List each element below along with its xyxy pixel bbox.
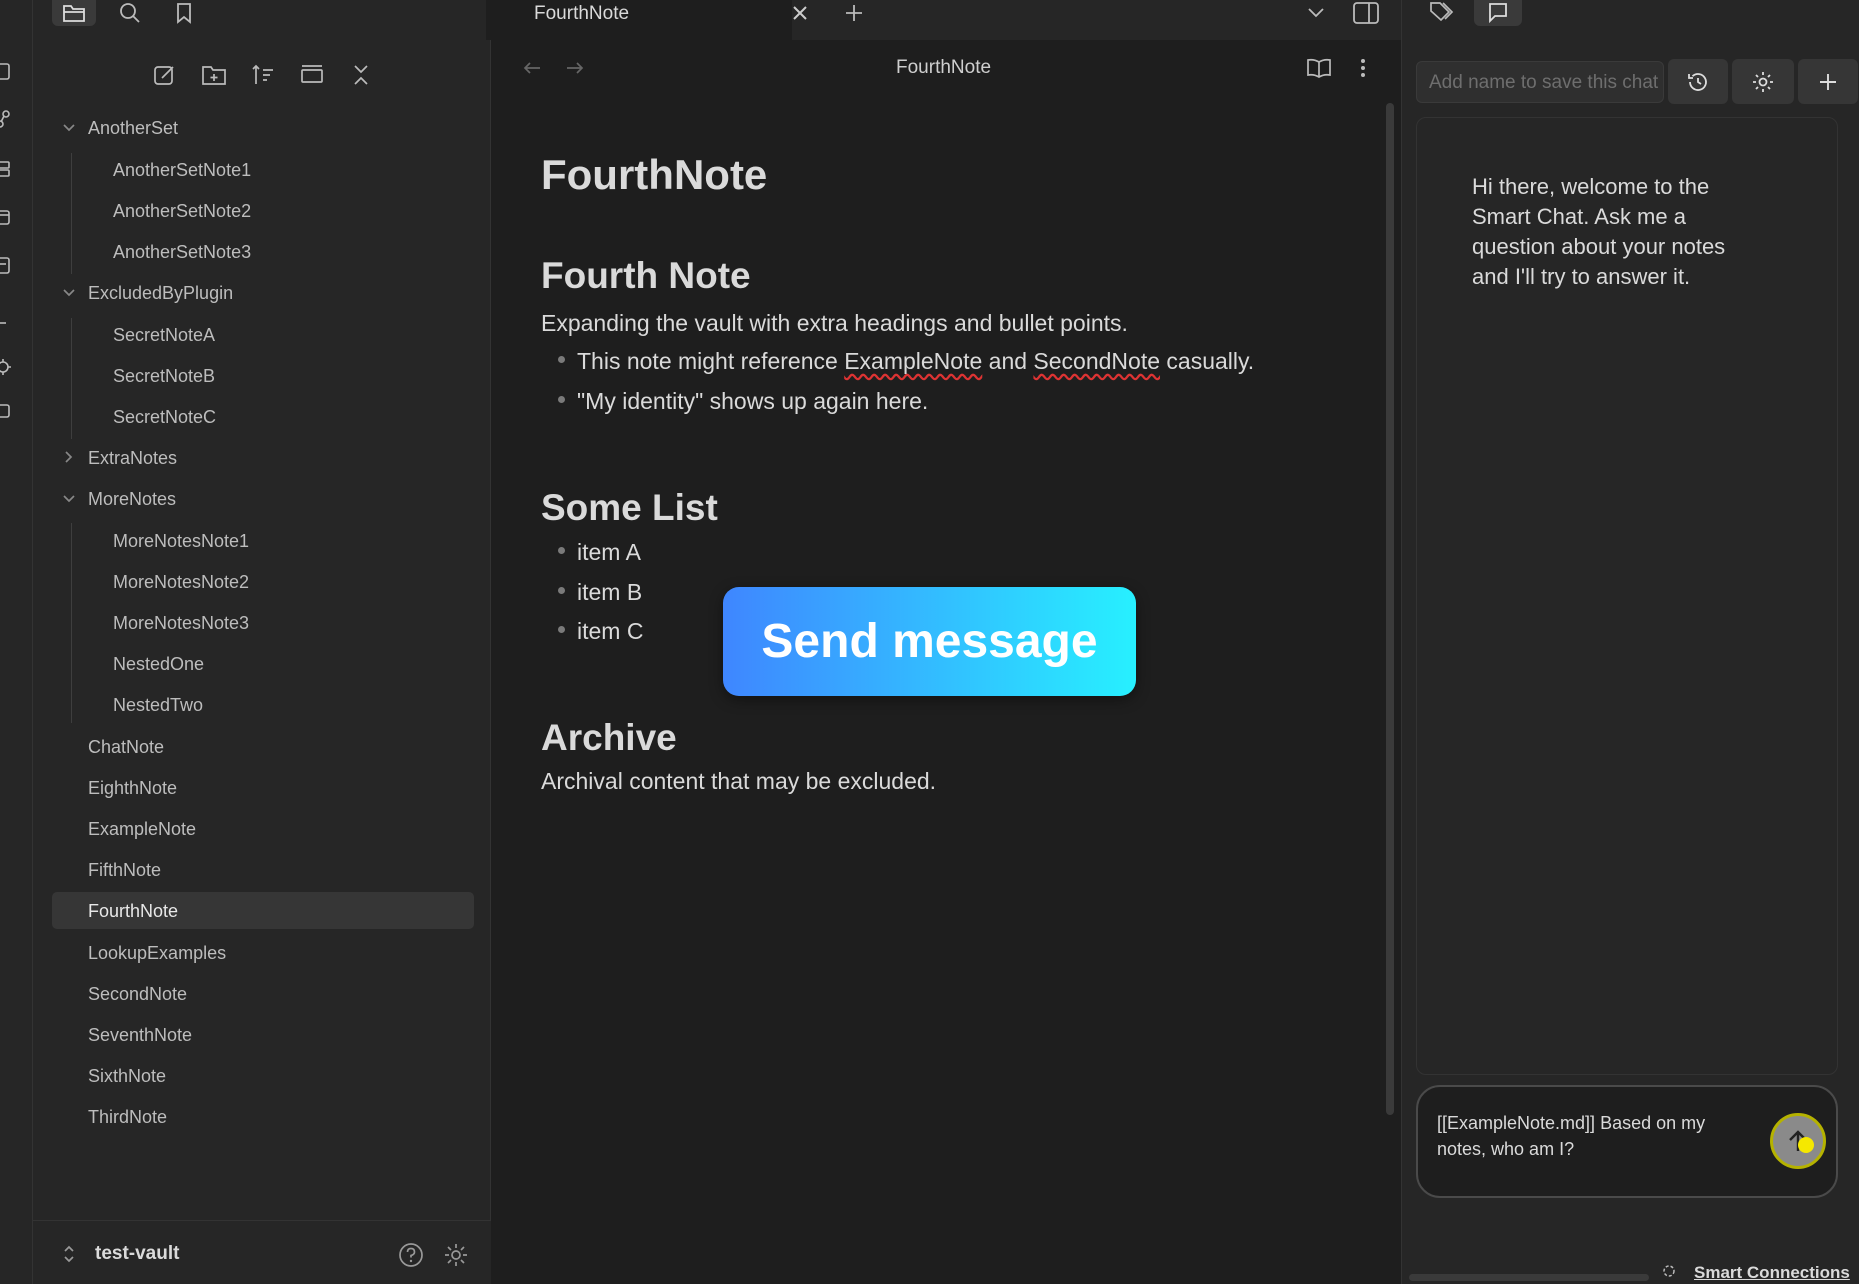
file-lookupexamples[interactable]: LookupExamples	[88, 943, 226, 964]
vault-name[interactable]: test-vault	[95, 1243, 179, 1265]
daily-note-icon[interactable]	[0, 208, 12, 226]
bookmark-icon[interactable]	[166, 0, 202, 26]
file-morenotesnote2[interactable]: MoreNotesNote2	[113, 572, 249, 593]
file-morenotesnote1[interactable]: MoreNotesNote1	[113, 531, 249, 552]
new-tab-icon[interactable]	[836, 0, 872, 26]
search-icon[interactable]	[112, 0, 148, 26]
file-seventhnote[interactable]: SeventhNote	[88, 1025, 192, 1046]
file-secondnote[interactable]: SecondNote	[88, 984, 187, 1005]
collapse-all-icon[interactable]	[346, 60, 376, 90]
file-nestedone[interactable]: NestedOne	[113, 654, 204, 675]
welcome-message: Hi there, welcome to the Smart Chat. Ask…	[1472, 174, 1726, 289]
file-anothersetnote1[interactable]: AnotherSetNote1	[113, 160, 251, 181]
smart-connections-icon[interactable]	[0, 358, 12, 376]
file-morenotesnote3[interactable]: MoreNotesNote3	[113, 613, 249, 634]
heading-some-list: Some List	[541, 487, 718, 528]
send-message-overlay: Send message	[723, 587, 1136, 696]
sidebar-toggle-icon[interactable]	[1348, 0, 1384, 26]
chat-settings-button[interactable]	[1732, 59, 1794, 104]
smart-connections-icon[interactable]	[1660, 1262, 1678, 1280]
intro-paragraph: Expanding the vault with extra headings …	[541, 310, 1128, 336]
archive-paragraph: Archival content that may be excluded.	[541, 768, 937, 794]
file-secretnoteb[interactable]: SecretNoteB	[113, 366, 215, 387]
file-secretnotec[interactable]: SecretNoteC	[113, 407, 216, 428]
note-title: FourthNote	[541, 151, 768, 198]
folder-anotherset[interactable]: AnotherSet	[88, 118, 178, 139]
heading-fourth-note: Fourth Note	[541, 255, 751, 296]
tree-guide	[71, 153, 72, 274]
forward-arrow-icon[interactable]	[565, 60, 585, 76]
tree-guide	[71, 318, 72, 439]
editor-scrollbar[interactable]	[1386, 103, 1394, 1115]
file-nestedtwo[interactable]: NestedTwo	[113, 695, 203, 716]
chevron-right-icon[interactable]	[64, 450, 74, 464]
tags-icon[interactable]	[1422, 0, 1462, 24]
new-folder-icon[interactable]	[199, 60, 229, 90]
auto-reveal-icon[interactable]	[297, 60, 327, 90]
graph-view-icon[interactable]	[0, 110, 12, 128]
smart-connections-status[interactable]: Smart Connections	[1694, 1263, 1850, 1283]
canvas-icon[interactable]	[0, 160, 12, 178]
help-icon[interactable]	[398, 1242, 424, 1268]
file-fourthnote[interactable]: FourthNote	[88, 901, 178, 922]
file-explorer	[33, 40, 491, 1284]
list-item: "My identity" shows up again here.	[558, 388, 928, 415]
chevron-down-icon[interactable]	[62, 288, 76, 298]
chevron-down-icon[interactable]	[62, 123, 76, 133]
internal-link-secondnote[interactable]: SecondNote	[1033, 348, 1160, 374]
files-icon[interactable]	[52, 0, 96, 26]
heading-archive: Archive	[541, 717, 677, 758]
command-palette-icon[interactable]	[0, 402, 12, 420]
reading-view-icon[interactable]	[1306, 57, 1332, 79]
sort-icon[interactable]	[248, 60, 278, 90]
new-note-icon[interactable]	[150, 60, 180, 90]
file-chatnote[interactable]: ChatNote	[88, 737, 164, 758]
ribbon	[0, 0, 33, 1284]
editor-header-title[interactable]: FourthNote	[896, 57, 991, 79]
folder-extranotes[interactable]: ExtraNotes	[88, 448, 177, 469]
file-examplenote[interactable]: ExampleNote	[88, 819, 196, 840]
chat-input-text[interactable]: [[ExampleNote.md]] Based on my notes, wh…	[1437, 1110, 1747, 1162]
file-fifthnote[interactable]: FifthNote	[88, 860, 161, 881]
file-anothersetnote2[interactable]: AnotherSetNote2	[113, 201, 251, 222]
more-options-icon[interactable]	[1355, 56, 1371, 80]
file-eighthnote[interactable]: EighthNote	[88, 778, 177, 799]
folder-excludedbyplugin[interactable]: ExcludedByPlugin	[88, 283, 233, 304]
chat-history-button[interactable]	[1668, 59, 1728, 104]
open-quick-switcher-icon[interactable]	[0, 62, 12, 80]
file-anothersetnote3[interactable]: AnotherSetNote3	[113, 242, 251, 263]
panel-scrollbar[interactable]	[1409, 1274, 1649, 1281]
templates-icon[interactable]	[0, 256, 12, 274]
tab-fourthnote[interactable]	[486, 0, 792, 40]
close-icon[interactable]	[782, 0, 818, 26]
cursor-indicator	[1798, 1137, 1814, 1153]
list-item: This note might reference ExampleNote an…	[558, 348, 1254, 375]
chat-view-icon[interactable]	[1474, 0, 1522, 26]
list-item: item B	[558, 579, 642, 606]
tab-title[interactable]: FourthNote	[534, 3, 629, 25]
internal-link-examplenote[interactable]: ExampleNote	[844, 348, 982, 374]
tree-guide	[71, 523, 72, 723]
list-item: item C	[558, 618, 643, 645]
back-arrow-icon[interactable]	[522, 60, 542, 76]
file-thirdnote[interactable]: ThirdNote	[88, 1107, 167, 1128]
file-secretnotea[interactable]: SecretNoteA	[113, 325, 215, 346]
settings-gear-icon[interactable]	[443, 1242, 469, 1268]
file-sixthnote[interactable]: SixthNote	[88, 1066, 166, 1087]
list-item: item A	[558, 539, 641, 566]
new-chat-button[interactable]	[1798, 59, 1858, 104]
vault-switch-icon[interactable]	[62, 1244, 76, 1264]
chat-name-input[interactable]: Add name to save this chat	[1416, 61, 1664, 103]
chevron-down-icon[interactable]	[62, 494, 76, 504]
folder-morenotes[interactable]: MoreNotes	[88, 489, 176, 510]
tab-list-icon[interactable]	[1298, 0, 1334, 26]
terminal-icon[interactable]	[0, 314, 12, 332]
